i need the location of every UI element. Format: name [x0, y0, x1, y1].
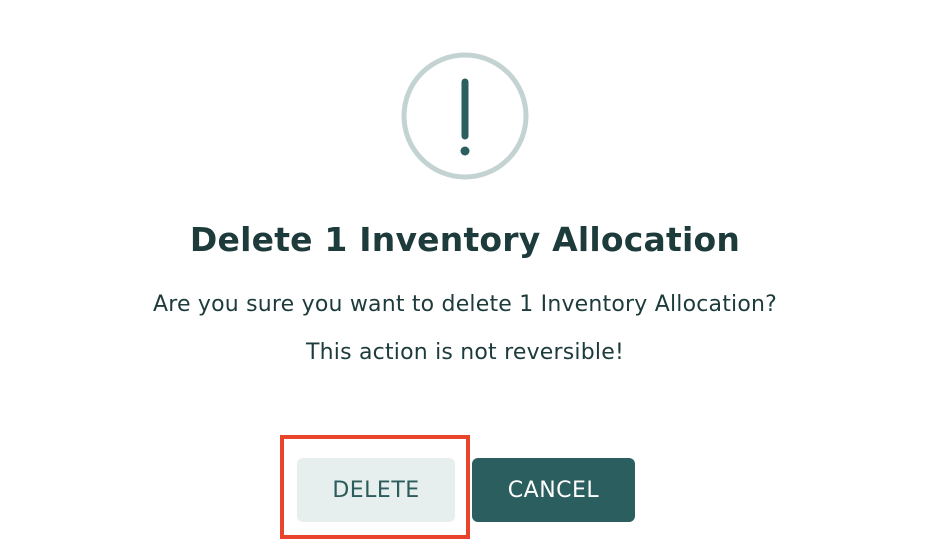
- dialog-message: Are you sure you want to delete 1 Invent…: [152, 292, 778, 317]
- cancel-button[interactable]: CANCEL: [472, 458, 635, 522]
- delete-button[interactable]: DELETE: [297, 458, 455, 522]
- dialog-title: Delete 1 Inventory Allocation: [189, 220, 741, 259]
- exclamation-circle-icon: [401, 52, 529, 180]
- dialog-warning: This action is not reversible!: [306, 340, 624, 365]
- delete-confirmation-dialog: Delete 1 Inventory Allocation Are you su…: [0, 0, 930, 552]
